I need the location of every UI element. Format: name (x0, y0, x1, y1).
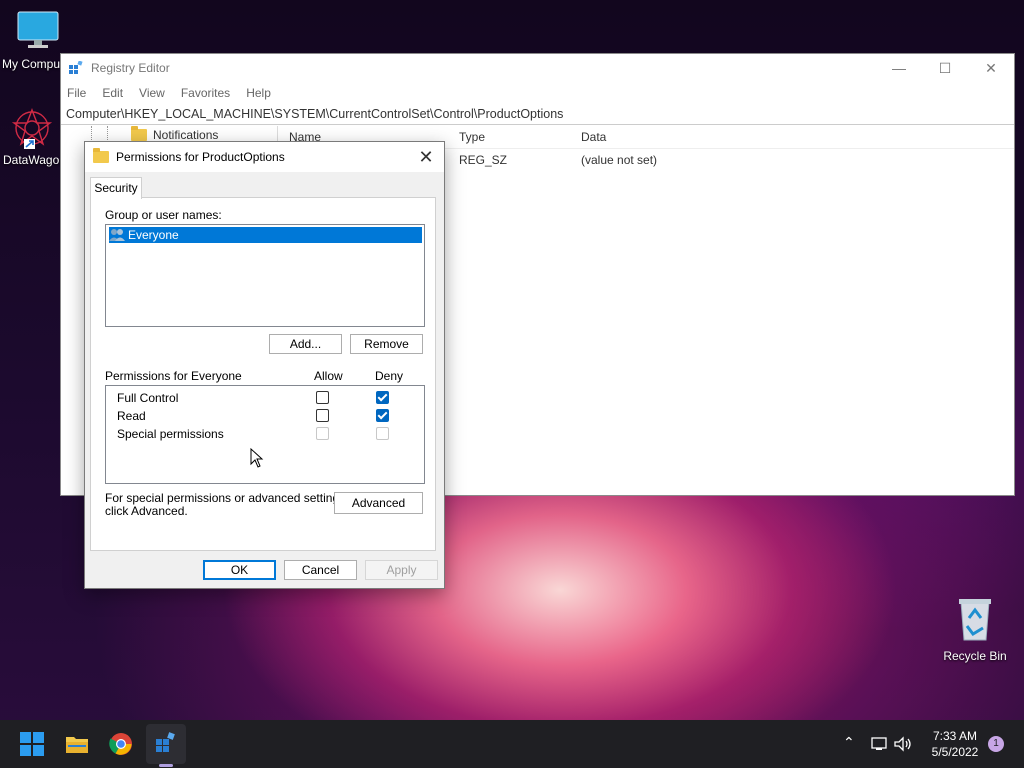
title-bar[interactable]: Registry Editor (61, 54, 1014, 82)
maximize-button[interactable]: ☐ (922, 54, 968, 82)
network-icon[interactable] (870, 735, 888, 753)
clock-time: 7:33 AM (932, 729, 978, 743)
notification-badge[interactable]: 1 (988, 736, 1004, 752)
user-name: Everyone (128, 228, 179, 242)
active-indicator (159, 764, 173, 767)
dialog-title-bar[interactable]: Permissions for ProductOptions ✕ (85, 142, 444, 172)
cancel-button[interactable]: Cancel (284, 560, 357, 580)
desktop-icon-label: Recycle Bin (943, 649, 1007, 663)
datawagon-icon (11, 108, 53, 149)
folder-icon (93, 148, 109, 163)
minimize-button[interactable]: — (876, 54, 922, 82)
add-button[interactable]: Add... (269, 334, 342, 354)
dialog-title: Permissions for ProductOptions (116, 150, 285, 164)
user-listbox[interactable]: Everyone (105, 224, 425, 327)
window-title: Registry Editor (91, 61, 170, 75)
allow-full-control-checkbox[interactable] (316, 391, 329, 404)
deny-read-checkbox[interactable] (376, 409, 389, 422)
apply-button: Apply (365, 560, 438, 580)
clock-date: 5/5/2022 (931, 745, 979, 759)
chevron-up-icon[interactable]: ⌃ (843, 734, 855, 751)
dialog-close-icon[interactable]: ✕ (416, 147, 436, 168)
menu-bar: File Edit View Favorites Help (61, 82, 1014, 104)
start-icon[interactable] (20, 732, 44, 756)
chrome-icon[interactable] (109, 732, 133, 756)
volume-icon[interactable] (893, 735, 913, 753)
value-type: REG_SZ (459, 153, 508, 167)
permissions-label: Permissions for Everyone (105, 369, 242, 383)
address-bar[interactable]: Computer\HKEY_LOCAL_MACHINE\SYSTEM\Curre… (61, 104, 1014, 125)
allow-special-checkbox (316, 427, 329, 440)
folder-icon (131, 126, 147, 141)
desktop-icon-recycle-bin[interactable]: Recycle Bin (938, 596, 1012, 663)
tree-item-label: Notifications (153, 128, 219, 142)
menu-edit[interactable]: Edit (102, 86, 123, 100)
deny-full-control-checkbox[interactable] (376, 391, 389, 404)
remove-button[interactable]: Remove (350, 334, 423, 354)
monitor-icon (17, 11, 59, 48)
column-data[interactable]: Data (579, 130, 945, 144)
group-label: Group or user names: (105, 208, 222, 222)
advanced-hint: For special permissions or advanced sett… (105, 492, 348, 518)
menu-favorites[interactable]: Favorites (181, 86, 230, 100)
column-type[interactable]: Type (457, 130, 579, 144)
permission-read: Read (117, 409, 146, 423)
tab-security[interactable]: Security (90, 177, 142, 199)
registry-editor-taskbar-icon[interactable] (154, 731, 178, 755)
close-button[interactable]: ✕ (968, 54, 1014, 82)
desktop-icon-label: DataWagon (3, 153, 66, 167)
menu-view[interactable]: View (139, 86, 165, 100)
permission-full-control: Full Control (117, 391, 179, 405)
desktop-icon-datawagon[interactable]: DataWagon (0, 106, 66, 167)
file-explorer-icon[interactable] (65, 732, 89, 756)
tree-item-notifications[interactable]: Notifications (131, 126, 219, 142)
users-icon (109, 229, 125, 241)
taskbar: ⌃ 7:33 AM 5/5/2022 1 (0, 720, 1024, 768)
registry-editor-icon (69, 61, 83, 74)
mouse-cursor-icon (250, 448, 264, 468)
value-data: (value not set) (581, 153, 658, 167)
recycle-bin-icon (959, 599, 991, 641)
menu-file[interactable]: File (67, 86, 86, 100)
deny-header: Deny (375, 369, 404, 383)
clock[interactable]: 7:33 AM 5/5/2022 (920, 728, 990, 760)
ok-button[interactable]: OK (203, 560, 276, 580)
advanced-button[interactable]: Advanced (334, 492, 423, 514)
allow-header: Allow (314, 369, 343, 383)
deny-special-checkbox (376, 427, 389, 440)
permission-special: Special permissions (117, 427, 224, 441)
allow-read-checkbox[interactable] (316, 409, 329, 422)
advanced-hint-line-2: click Advanced. (105, 504, 188, 518)
list-item-everyone[interactable]: Everyone (109, 227, 422, 243)
menu-help[interactable]: Help (246, 86, 271, 100)
